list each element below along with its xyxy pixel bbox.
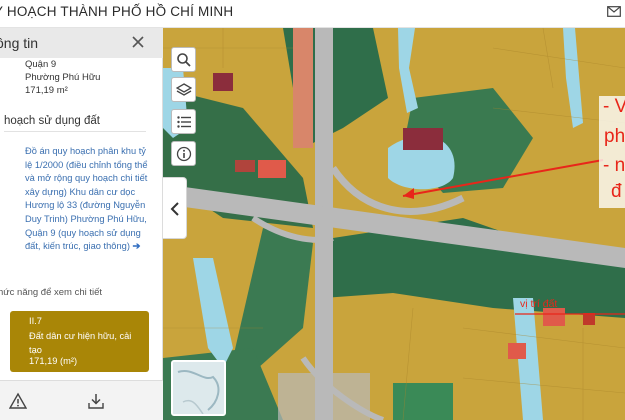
- search-icon: [177, 53, 191, 67]
- info-panel: ông tin Quận 9 Phường Phú Hữu 171,19 m² …: [0, 28, 163, 420]
- download-icon[interactable]: [87, 392, 105, 410]
- collapse-panel-button[interactable]: [163, 177, 187, 239]
- warning-icon[interactable]: [9, 392, 27, 410]
- location-label: vị trí đất: [520, 298, 558, 310]
- land-use-code: II.7: [29, 316, 42, 326]
- land-use-card[interactable]: II.7 Đất dân cư hiện hữu, cải tạo 171,19…: [10, 311, 149, 372]
- plan-project-link-text: Đồ án quy hoạch phân khu tỷ lệ 1/2000 (đ…: [25, 146, 148, 252]
- list-tool-button[interactable]: [171, 109, 196, 134]
- section-title: hoạch sử dụng đất: [4, 115, 100, 127]
- app-title: Y HOẠCH THÀNH PHỐ HỒ CHÍ MINH: [0, 4, 234, 19]
- ward-text: Phường Phú Hữu: [25, 72, 101, 83]
- map-canvas[interactable]: [163, 28, 625, 420]
- annotation-line-1: - V: [603, 96, 625, 117]
- info-icon: [176, 146, 192, 162]
- section-divider: [4, 131, 146, 132]
- district-text: Quận 9: [25, 59, 57, 70]
- layers-tool-button[interactable]: [171, 77, 196, 102]
- area-text: 171,19 m²: [25, 85, 68, 96]
- land-use-area: 171,19 (m²): [29, 356, 78, 366]
- annotation-line-2: ph: [604, 126, 625, 147]
- annotation-line-4: đ: [611, 181, 622, 202]
- app-header: Y HOẠCH THÀNH PHỐ HỒ CHÍ MINH: [0, 0, 625, 28]
- layers-icon: [176, 83, 192, 96]
- chevron-left-icon: [170, 202, 179, 216]
- search-tool-button[interactable]: [171, 47, 196, 72]
- info-tool-button[interactable]: [171, 141, 196, 166]
- mail-icon[interactable]: [607, 6, 621, 17]
- overview-map[interactable]: [171, 360, 226, 416]
- list-icon: [177, 116, 191, 128]
- plan-project-link[interactable]: Đồ án quy hoạch phân khu tỷ lệ 1/2000 (đ…: [25, 145, 150, 254]
- panel-footer: [0, 380, 163, 420]
- land-use-description: Đất dân cư hiện hữu, cải tạo: [29, 331, 132, 355]
- panel-title: ông tin: [0, 35, 39, 51]
- close-icon[interactable]: [131, 35, 145, 49]
- arrow-right-icon: ➔: [132, 241, 141, 252]
- planning-map[interactable]: [163, 28, 625, 420]
- panel-header: ông tin: [0, 28, 163, 58]
- hint-text: hức năng để xem chi tiết: [0, 287, 103, 298]
- overview-map-image: [173, 362, 224, 414]
- annotation-line-3: - n: [603, 155, 625, 176]
